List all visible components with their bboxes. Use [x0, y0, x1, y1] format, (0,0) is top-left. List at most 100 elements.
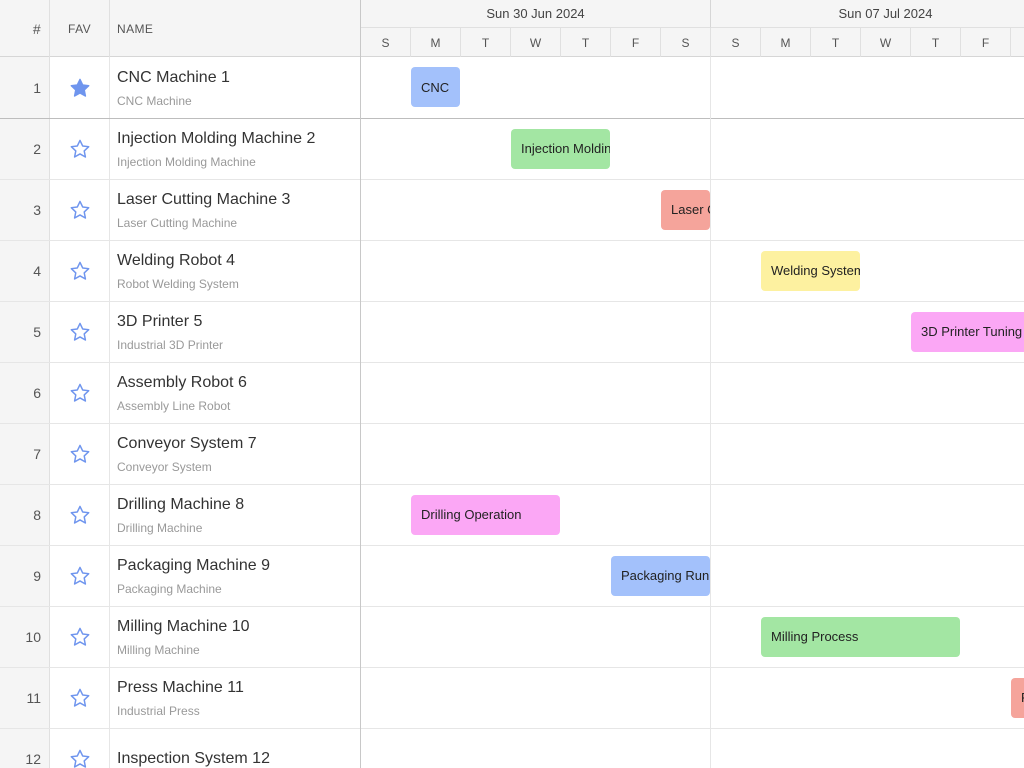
scheduler-app: # FAV NAME 1 CNC Machine 1 CNC Machine 2 Inj… [0, 0, 1024, 768]
resource-name: Laser Cutting Machine 3 [117, 191, 291, 208]
row-number: 5 [0, 302, 50, 362]
timeline-row[interactable] [361, 424, 1024, 485]
column-header-name[interactable]: NAME [110, 0, 360, 57]
resource-row[interactable]: 3 Laser Cutting Machine 3 Laser Cutting Ma… [0, 180, 360, 241]
favorite-toggle[interactable] [50, 302, 110, 362]
row-number: 7 [0, 424, 50, 484]
resource-name-cell[interactable]: Press Machine 11 Industrial Press [110, 668, 360, 728]
row-number: 10 [0, 607, 50, 667]
favorite-toggle[interactable] [50, 485, 110, 545]
favorite-toggle[interactable] [50, 119, 110, 179]
favorite-toggle[interactable] [50, 363, 110, 423]
event-bar[interactable]: CNC [411, 67, 460, 107]
resource-type: Packaging Machine [117, 582, 222, 596]
resource-type: Milling Machine [117, 643, 200, 657]
resource-type: Drilling Machine [117, 521, 203, 535]
grid-header: # FAV NAME [0, 0, 360, 57]
resource-name-cell[interactable]: Laser Cutting Machine 3 Laser Cutting Mac… [110, 180, 360, 240]
favorite-toggle[interactable] [50, 241, 110, 301]
column-header-favorite[interactable]: FAV [50, 0, 110, 57]
resource-name: Inspection System 12 [117, 750, 270, 767]
timeline-row[interactable] [361, 668, 1024, 729]
star-outline-icon [69, 443, 91, 465]
resource-row[interactable]: 11 Press Machine 11 Industrial Press [0, 668, 360, 729]
event-bar[interactable]: Press [1011, 677, 1024, 718]
star-filled-icon [69, 77, 91, 99]
resource-row[interactable]: 1 CNC Machine 1 CNC Machine [0, 57, 360, 119]
event-bar[interactable]: Injection Molding [511, 128, 610, 169]
resource-name-cell[interactable]: Packaging Machine 9 Packaging Machine [110, 546, 360, 606]
resource-grid: # FAV NAME 1 CNC Machine 1 CNC Machine 2 Inj… [0, 0, 361, 768]
resource-name: Press Machine 11 [117, 679, 244, 696]
row-number: 2 [0, 119, 50, 179]
resource-name-cell[interactable]: Inspection System 12 [110, 729, 360, 768]
resource-row[interactable]: 5 3D Printer 5 Industrial 3D Printer [0, 302, 360, 363]
resource-name: Drilling Machine 8 [117, 496, 245, 513]
column-header-number[interactable]: # [0, 0, 50, 57]
star-outline-icon [69, 382, 91, 404]
day-header: W [511, 28, 561, 57]
timeline-header: Sun 30 Jun 2024 Sun 07 Jul 2024 S M T W T F S S M T… [361, 0, 1024, 57]
day-header: M [411, 28, 461, 57]
resource-type: Industrial Press [117, 704, 200, 718]
event-bar[interactable]: Milling Process [761, 616, 960, 657]
day-header: S [711, 28, 761, 57]
resource-name-cell[interactable]: Milling Machine 10 Milling Machine [110, 607, 360, 667]
timeline-row[interactable] [361, 57, 1024, 119]
resource-name-cell[interactable]: Injection Molding Machine 2 Injection Mol… [110, 119, 360, 179]
timeline-body[interactable]: CNC Injection Molding Laser Cutting Welding… [361, 57, 1024, 768]
resource-row[interactable]: 4 Welding Robot 4 Robot Welding System [0, 241, 360, 302]
event-bar[interactable]: Laser Cutting [661, 189, 710, 230]
favorite-toggle[interactable] [50, 546, 110, 606]
favorite-toggle[interactable] [50, 424, 110, 484]
resource-row[interactable]: 9 Packaging Machine 9 Packaging Machine [0, 546, 360, 607]
row-number: 6 [0, 363, 50, 423]
resource-type: Industrial 3D Printer [117, 338, 224, 352]
row-number: 11 [0, 668, 50, 728]
timeline-row[interactable] [361, 241, 1024, 302]
timeline-row[interactable] [361, 119, 1024, 180]
timeline-row[interactable] [361, 729, 1024, 768]
resource-row[interactable]: 6 Assembly Robot 6 Assembly Line Robot [0, 363, 360, 424]
favorite-toggle[interactable] [50, 607, 110, 667]
row-number: 8 [0, 485, 50, 545]
resource-row[interactable]: 7 Conveyor System 7 Conveyor System [0, 424, 360, 485]
star-outline-icon [69, 260, 91, 282]
event-bar[interactable]: Drilling Operation [411, 494, 560, 535]
resource-name: Welding Robot 4 [117, 252, 235, 269]
star-outline-icon [69, 199, 91, 221]
resource-name-cell[interactable]: Assembly Robot 6 Assembly Line Robot [110, 363, 360, 423]
resource-row[interactable]: 2 Injection Molding Machine 2 Injection Mo… [0, 119, 360, 180]
row-number: 12 [0, 729, 50, 768]
resource-name-cell[interactable]: 3D Printer 5 Industrial 3D Printer [110, 302, 360, 362]
event-bar[interactable]: Packaging Run [611, 555, 710, 596]
favorite-toggle[interactable] [50, 729, 110, 768]
day-header: T [811, 28, 861, 57]
star-outline-icon [69, 687, 91, 709]
resource-name-cell[interactable]: Conveyor System 7 Conveyor System [110, 424, 360, 484]
day-header: W [861, 28, 911, 57]
resource-row[interactable]: 10 Milling Machine 10 Milling Machine [0, 607, 360, 668]
resource-name: Injection Molding Machine 2 [117, 130, 316, 147]
resource-name: 3D Printer 5 [117, 313, 203, 330]
resource-row[interactable]: 12 Inspection System 12 [0, 729, 360, 768]
week-header: Sun 07 Jul 2024 [711, 0, 1024, 28]
favorite-toggle[interactable] [50, 57, 110, 118]
favorite-toggle[interactable] [50, 180, 110, 240]
favorite-toggle[interactable] [50, 668, 110, 728]
day-header: T [911, 28, 961, 57]
resource-type: Conveyor System [117, 460, 212, 474]
row-number: 4 [0, 241, 50, 301]
resource-name-cell[interactable]: Welding Robot 4 Robot Welding System [110, 241, 360, 301]
event-bar[interactable]: Welding System [761, 250, 860, 291]
day-header: M [761, 28, 811, 57]
star-outline-icon [69, 565, 91, 587]
resource-name-cell[interactable]: CNC Machine 1 CNC Machine [110, 57, 360, 118]
event-bar[interactable]: 3D Printer Tuning [911, 311, 1024, 352]
schedule-timeline: Sun 30 Jun 2024 Sun 07 Jul 2024 S M T W T F S S M T… [361, 0, 1024, 768]
timeline-row[interactable] [361, 363, 1024, 424]
resource-row[interactable]: 8 Drilling Machine 8 Drilling Machine [0, 485, 360, 546]
resource-name-cell[interactable]: Drilling Machine 8 Drilling Machine [110, 485, 360, 545]
star-outline-icon [69, 748, 91, 768]
resource-type: Assembly Line Robot [117, 399, 231, 413]
